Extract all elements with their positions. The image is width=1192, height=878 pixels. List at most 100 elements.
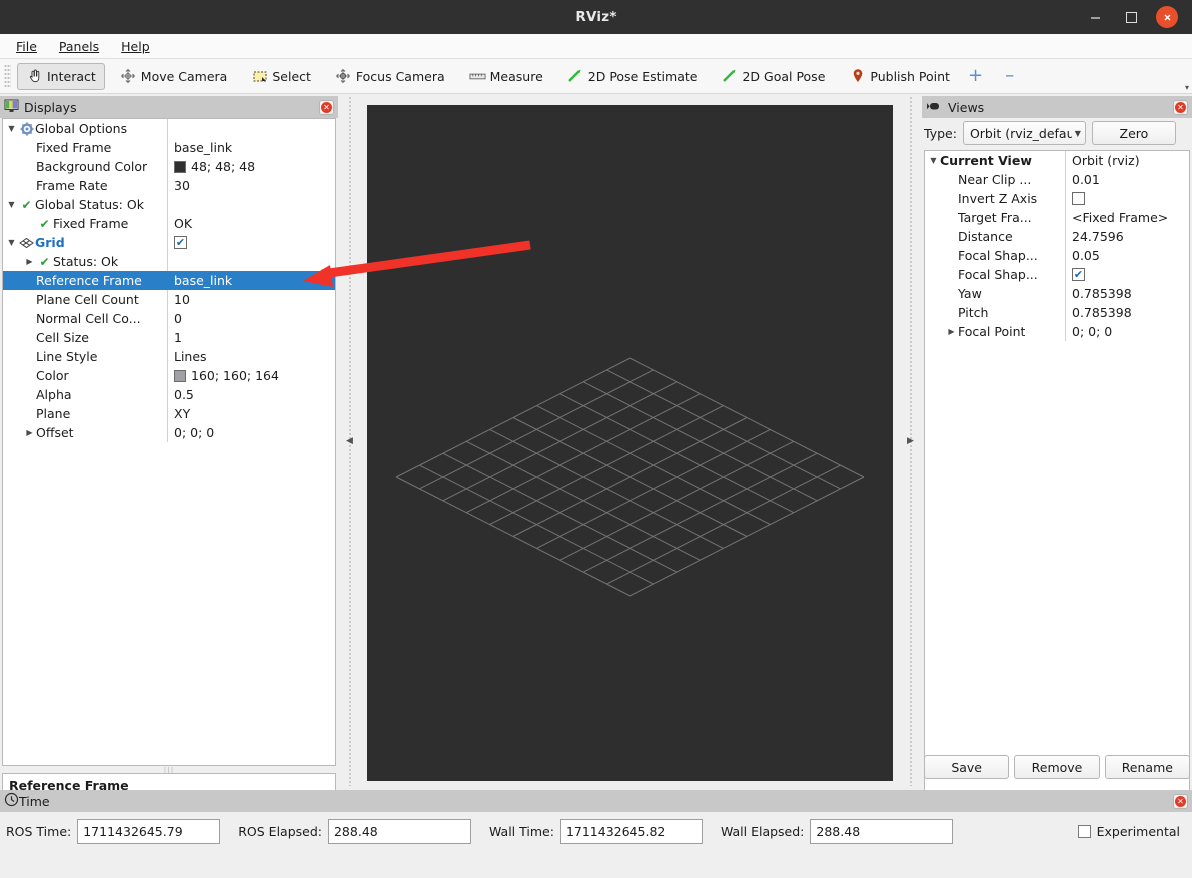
property-row[interactable]: Frame Rate 30 [3,176,335,195]
property-row[interactable]: ▶ Focal Point 0; 0; 0 [925,322,1189,341]
property-row[interactable]: Focal Shap... [925,265,1189,284]
property-value-cell[interactable]: OK [167,214,335,233]
menu-help[interactable]: Help [112,37,159,56]
property-row[interactable]: Cell Size 1 [3,328,335,347]
tool-focus-camera-button[interactable]: Focus Camera [326,63,454,90]
maximize-icon[interactable] [1120,6,1142,28]
left-splitter[interactable]: ◀ [345,96,354,786]
rename-view-button[interactable]: Rename [1104,755,1190,779]
save-view-button[interactable]: Save [924,755,1010,779]
menu-file[interactable]: File [7,37,46,56]
property-checkbox[interactable] [1072,268,1085,281]
property-value-cell[interactable]: 0.785398 [1065,284,1189,303]
toolbar-overflow-icon[interactable]: ▾ [1185,83,1189,92]
property-row[interactable]: ▶ Offset 0; 0; 0 [3,423,335,442]
property-value-cell[interactable]: 1 [167,328,335,347]
property-value-cell[interactable]: 24.7596 [1065,227,1189,246]
property-row[interactable]: Yaw 0.785398 [925,284,1189,303]
chevron-right-icon[interactable]: ▶ [945,327,958,336]
property-value-cell[interactable]: 0.05 [1065,246,1189,265]
property-value-cell[interactable] [167,119,335,138]
collapse-right-icon[interactable]: ▶ [907,436,914,446]
tool-measure-button[interactable]: Measure [460,63,552,90]
property-value-cell[interactable]: 30 [167,176,335,195]
property-value-cell[interactable]: 0.785398 [1065,303,1189,322]
right-splitter[interactable]: ▶ [906,96,915,786]
property-value-cell[interactable] [167,252,335,271]
minimize-icon[interactable] [1084,6,1106,28]
tool-interact-button[interactable]: Interact [17,62,105,90]
property-value-cell[interactable]: 160; 160; 164 [167,366,335,385]
property-value-cell[interactable]: 0.01 [1065,170,1189,189]
displays-close-button[interactable]: ✕ [319,99,334,115]
property-value-cell[interactable]: 0; 0; 0 [1065,322,1189,341]
wall-time-field[interactable]: 1711432645.82 [559,818,703,844]
menu-panels[interactable]: Panels [50,37,108,56]
property-row[interactable]: ▼ Grid [3,233,335,252]
property-row[interactable]: ✔ Fixed Frame OK [3,214,335,233]
property-row[interactable]: Line Style Lines [3,347,335,366]
property-row[interactable]: ▼ ✔ Global Status: Ok [3,195,335,214]
property-value-cell[interactable]: 48; 48; 48 [167,157,335,176]
remove-view-button[interactable]: Remove [1014,755,1100,779]
property-value-cell[interactable] [167,233,335,252]
property-value-cell[interactable]: base_link [167,138,335,157]
property-row[interactable]: Pitch 0.785398 [925,303,1189,322]
color-swatch[interactable] [174,160,186,173]
property-value-cell[interactable]: 0; 0; 0 [167,423,335,442]
chevron-down-icon[interactable]: ▼ [5,200,18,209]
property-row[interactable]: Alpha 0.5 [3,385,335,404]
property-row[interactable]: Fixed Frame base_link [3,138,335,157]
property-row[interactable]: Background Color 48; 48; 48 [3,157,335,176]
views-property-tree[interactable]: ▼ Current View Orbit (rviz) Near Clip ... 0.… [924,150,1190,844]
property-value-cell[interactable]: <Fixed Frame> [1065,208,1189,227]
ros-time-field[interactable]: 1711432645.79 [77,818,221,844]
property-row[interactable]: Color 160; 160; 164 [3,366,335,385]
property-row[interactable]: ▶ ✔ Status: Ok [3,252,335,271]
collapse-left-icon[interactable]: ◀ [346,436,353,446]
toolbar-drag-handle[interactable] [4,64,11,88]
ros-elapsed-field[interactable]: 288.48 [327,818,471,844]
property-row[interactable]: ▼ Global Options [3,119,335,138]
chevron-right-icon[interactable]: ▶ [23,257,36,266]
experimental-checkbox-group[interactable]: Experimental [1077,824,1180,839]
experimental-checkbox[interactable] [1077,824,1091,838]
chevron-down-icon[interactable]: ▼ [5,124,18,133]
property-row[interactable]: ▼ Current View Orbit (rviz) [925,151,1189,170]
views-close-button[interactable]: ✕ [1173,99,1188,115]
property-row[interactable]: Near Clip ... 0.01 [925,170,1189,189]
property-value-cell[interactable]: 10 [167,290,335,309]
property-value-cell[interactable] [1065,265,1189,284]
wall-elapsed-field[interactable]: 288.48 [810,818,954,844]
3d-render-view[interactable] [367,105,893,781]
property-checkbox[interactable] [1072,192,1085,205]
property-row[interactable]: Plane Cell Count 10 [3,290,335,309]
property-value-cell[interactable]: XY [167,404,335,423]
property-value-cell[interactable]: 0.5 [167,385,335,404]
time-close-button[interactable]: ✕ [1173,793,1188,809]
remove-tool-icon[interactable]: – [1005,67,1014,85]
property-value-cell[interactable]: Orbit (rviz) [1065,151,1189,170]
property-row[interactable]: Target Fra... <Fixed Frame> [925,208,1189,227]
tool-select-button[interactable]: Select [242,63,320,90]
property-value-cell[interactable] [167,195,335,214]
tool-publish-point-button[interactable]: Publish Point [840,63,959,90]
zero-view-button[interactable]: Zero [1091,121,1176,145]
property-row[interactable]: Plane XY [3,404,335,423]
property-row[interactable]: Focal Shap... 0.05 [925,246,1189,265]
add-tool-icon[interactable]: + [968,67,983,85]
property-value-cell[interactable]: 0 [167,309,335,328]
property-row[interactable]: Normal Cell Co... 0 [3,309,335,328]
displays-property-tree[interactable]: ▼ Global Options Fixed Frame base_link Backg… [2,118,336,766]
property-value-cell[interactable]: Lines [167,347,335,366]
tool-2d-goal-pose-button[interactable]: 2D Goal Pose [712,63,834,90]
close-icon[interactable] [1156,6,1178,28]
view-type-combobox[interactable]: Orbit (rviz_defau ▼ [962,121,1086,145]
property-row[interactable]: Invert Z Axis [925,189,1189,208]
chevron-down-icon[interactable]: ▼ [5,238,18,247]
property-row[interactable]: Reference Frame base_link [3,271,335,290]
property-checkbox[interactable] [174,236,187,249]
property-row[interactable]: Distance 24.7596 [925,227,1189,246]
tool-move-camera-button[interactable]: Move Camera [111,63,237,90]
chevron-right-icon[interactable]: ▶ [23,428,36,437]
